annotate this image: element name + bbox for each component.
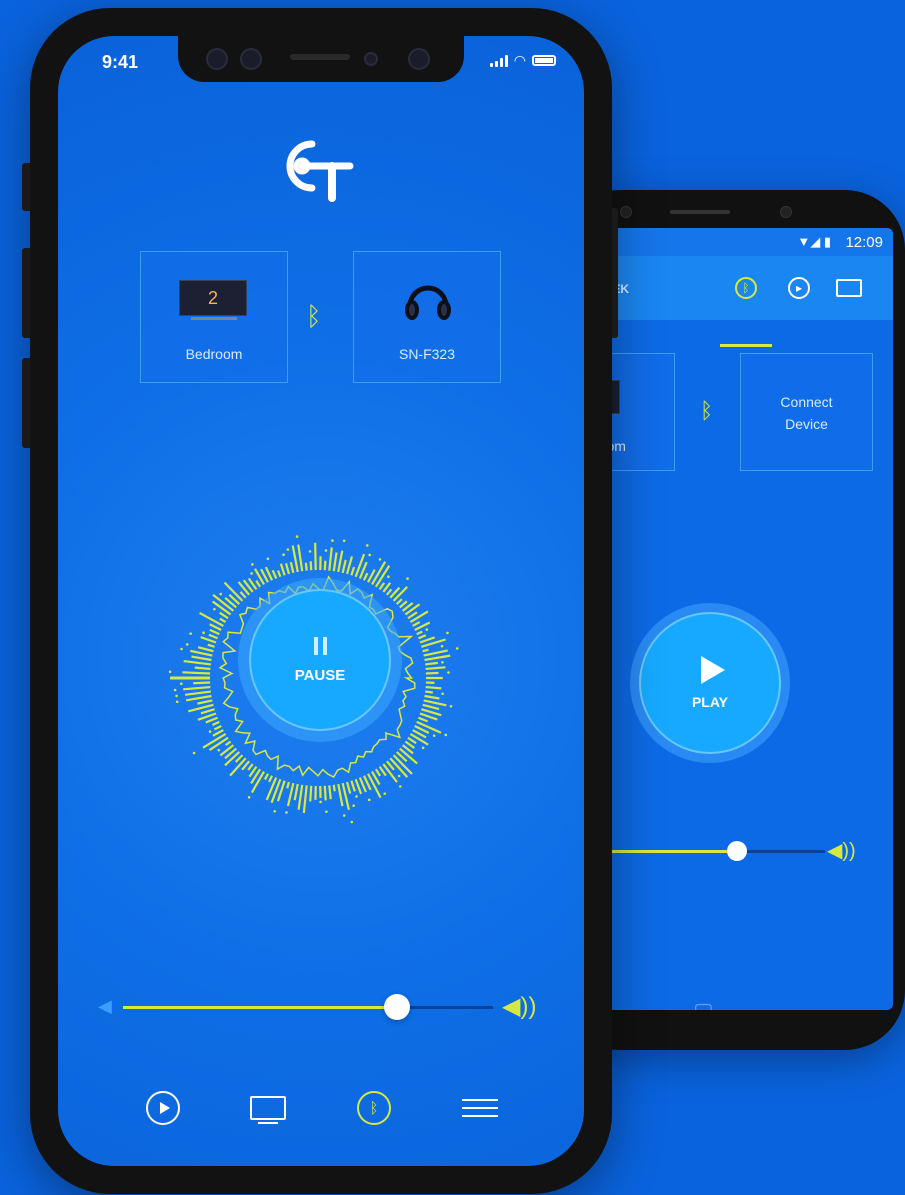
app-logo xyxy=(286,140,354,202)
volume-up-icon: ◀)) xyxy=(827,840,856,862)
pause-button[interactable]: PAUSE xyxy=(238,578,402,742)
android-status-bar: ▼◢ ▮ 12:09 xyxy=(605,228,893,256)
bluetooth-icon: ᛒ xyxy=(735,277,757,299)
android-app-bar: TEK ᛒ ▸ xyxy=(605,256,893,347)
bluetooth-icon: ᛒ xyxy=(700,398,714,423)
battery-icon xyxy=(532,55,556,66)
bluetooth-icon: ᛒ xyxy=(306,301,322,331)
android-screen: ▼◢ ▮ 12:09 TEK ᛒ ▸ 2 room ᛒ Connect Devi… xyxy=(605,228,893,1010)
iphone: 9:41 ◠ 2 Bedroom ᛒ SN-F323 PAUSE ◀ ◀)) ᛒ xyxy=(22,8,618,1194)
volume-fill xyxy=(605,850,737,853)
tv-icon xyxy=(250,1096,286,1124)
connect-device-button[interactable]: Connect Device xyxy=(740,353,873,471)
android-status-time: 12:09 xyxy=(845,234,883,251)
tab-tv[interactable] xyxy=(248,1088,288,1128)
camera-icon xyxy=(206,48,228,70)
back-icon[interactable]: ← xyxy=(817,998,839,1010)
tab-play[interactable]: ▸ xyxy=(781,270,817,306)
tab-play[interactable] xyxy=(143,1088,183,1128)
notch xyxy=(178,36,464,82)
device-card-bedroom[interactable]: 2 Bedroom xyxy=(140,251,288,383)
signal-icon xyxy=(489,54,508,67)
front-camera-icon xyxy=(408,48,430,70)
pause-label: PAUSE xyxy=(294,666,346,684)
recent-apps-icon[interactable]: ▢ xyxy=(693,998,714,1010)
tv-screen-number: 2 xyxy=(207,287,218,308)
bluetooth-icon: ᛒ xyxy=(357,1091,391,1125)
volume-down-button xyxy=(22,358,30,448)
play-label: PLAY xyxy=(691,694,729,710)
play-button[interactable]: PLAY xyxy=(630,603,790,763)
volume-slider[interactable] xyxy=(605,841,825,861)
wifi-icon: ◠ xyxy=(513,52,526,68)
volume-low-icon: ◀ xyxy=(98,996,112,1016)
device-card-headphones[interactable]: SN-F323 xyxy=(353,251,501,383)
status-time: 9:41 xyxy=(102,52,139,72)
volume-thumb[interactable] xyxy=(727,841,747,861)
camera-icon xyxy=(620,206,632,218)
tv-icon xyxy=(836,279,862,297)
device-card-bedroom[interactable]: 2 room xyxy=(605,353,675,471)
volume-fill xyxy=(123,1006,397,1009)
side-button xyxy=(612,208,618,338)
menu-icon xyxy=(462,1093,498,1123)
front-camera-icon xyxy=(780,206,792,218)
tab-bluetooth[interactable]: ᛒ xyxy=(728,270,764,306)
play-icon xyxy=(701,656,725,684)
speaker-grille xyxy=(290,54,350,60)
play-icon xyxy=(146,1091,180,1125)
mute-switch xyxy=(22,163,30,211)
connect-label-line2: Device xyxy=(785,416,828,432)
connect-label-line1: Connect xyxy=(780,394,833,410)
tv-icon: 2 xyxy=(179,280,249,320)
volume-high-icon: ◀)) xyxy=(502,993,537,1020)
tab-tv[interactable] xyxy=(831,270,867,306)
device-label-bedroom: Bedroom xyxy=(185,346,243,362)
signal-icon: ▼◢ ▮ xyxy=(797,234,831,249)
headphones-icon xyxy=(405,285,451,320)
volume-thumb[interactable] xyxy=(383,994,410,1020)
volume-slider[interactable] xyxy=(123,994,493,1020)
tab-menu[interactable] xyxy=(460,1088,500,1128)
iphone-screen: 9:41 ◠ 2 Bedroom ᛒ SN-F323 PAUSE ◀ ◀)) ᛒ xyxy=(58,36,584,1166)
tab-bluetooth[interactable]: ᛒ xyxy=(354,1088,394,1128)
speaker-grille xyxy=(670,210,730,214)
proximity-sensor xyxy=(364,52,378,66)
play-icon: ▸ xyxy=(788,277,810,299)
volume-up-button xyxy=(22,248,30,338)
device-label-headphones: SN-F323 xyxy=(398,346,456,362)
sensor-icon xyxy=(240,48,262,70)
status-icons: ◠ xyxy=(489,52,556,69)
pause-icon xyxy=(313,636,327,655)
bottom-tab-bar: ᛒ xyxy=(58,1088,584,1128)
active-tab-indicator xyxy=(720,344,772,347)
